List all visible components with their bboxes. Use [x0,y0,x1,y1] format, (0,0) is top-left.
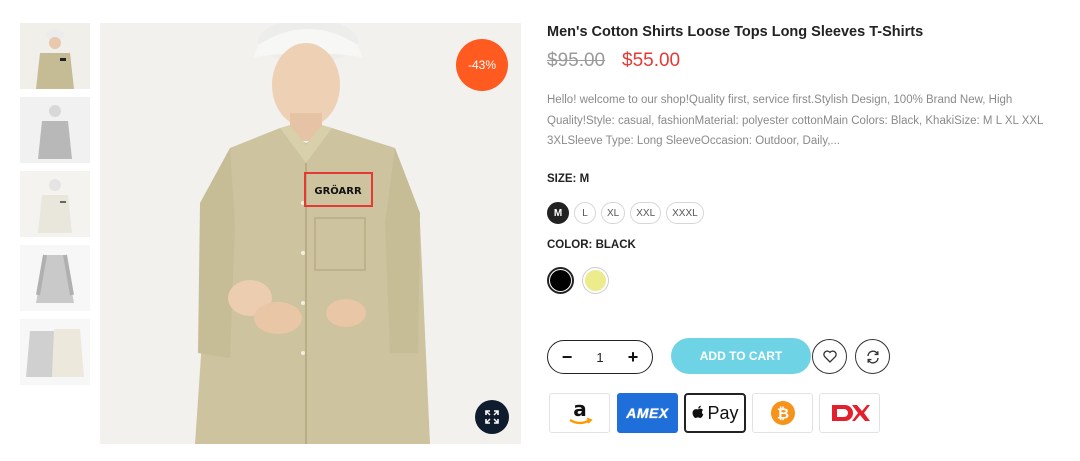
size-options: M L XL XXL XXXL [547,202,704,224]
size-option-l[interactable]: L [574,202,596,224]
bitcoin-icon: ₿ [770,401,795,425]
product-title: Men's Cotton Shirts Loose Tops Long Slee… [547,24,924,40]
quantity-decrease-button[interactable]: − [560,348,574,366]
color-label: COLOR: BLACK [547,239,636,251]
discount-badge-text: -43% [467,58,496,72]
color-selected-value: BLACK [595,239,636,251]
quantity-increase-button[interactable]: + [626,348,640,366]
thumbnail-1[interactable] [20,23,90,89]
wishlist-button[interactable] [812,339,847,374]
svg-text:₿: ₿ [776,405,788,423]
dankort-icon [827,401,872,425]
amazon-pay-logo: a [549,393,610,433]
product-description: Hello! welcome to our shop!Quality first… [547,94,1043,147]
size-option-xxl[interactable]: XXL [630,202,662,224]
product-photo: GRÖARR [100,23,521,444]
thumbnail-5[interactable] [20,319,90,385]
amex-label: AMEX [626,405,669,421]
main-product-image: GRÖARR -43% [100,23,521,444]
discount-badge: -43% [456,39,508,91]
color-label-text: COLOR: [547,239,593,251]
apple-icon [693,405,704,418]
color-options [547,267,609,294]
size-option-m[interactable]: M [547,202,569,224]
size-selected-value: M [579,173,590,185]
apple-pay-label: Pay [707,402,739,423]
size-option-xl[interactable]: XL [601,202,626,224]
zoom-button[interactable] [475,400,509,434]
size-option-xxxl[interactable]: XXXL [666,202,704,224]
color-dot-black [550,270,571,291]
amex-logo: AMEX [617,393,678,433]
color-swatch-black[interactable] [547,267,574,294]
compare-button[interactable] [855,339,890,374]
old-price: $95.00 [547,50,606,71]
quantity-stepper: − 1 + [547,340,653,374]
chest-logo-text: GRÖARR [314,183,362,197]
thumbnail-4[interactable] [20,245,90,311]
sale-price: $55.00 [622,50,681,71]
quantity-input[interactable]: 1 [585,350,615,365]
heart-icon [822,350,837,363]
bitcoin-logo: ₿ [752,393,813,433]
refresh-icon [866,350,879,363]
expand-icon [485,410,499,424]
size-label-text: SIZE: [547,173,577,185]
apple-pay-logo: Pay [684,393,746,433]
thumbnail-2[interactable] [20,97,90,163]
color-dot-khaki [585,270,606,291]
color-swatch-khaki[interactable] [582,267,609,294]
dankort-logo [819,393,880,433]
size-label: SIZE: M [547,173,589,185]
svg-text:a: a [573,399,587,421]
amazon-icon: a [568,399,593,425]
thumbnail-3[interactable] [20,171,90,237]
add-to-cart-button[interactable]: ADD TO CART [671,338,811,374]
